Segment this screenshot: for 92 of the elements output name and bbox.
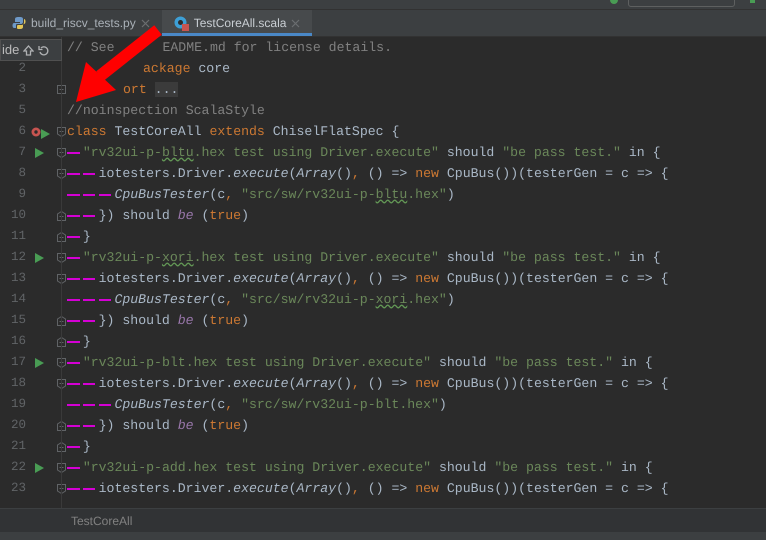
indent-guide [82, 278, 96, 280]
code-line: }) should be (true) [98, 312, 249, 330]
line-number: 20 [10, 417, 26, 434]
indent-guide [67, 446, 80, 448]
python-file-icon [12, 16, 26, 30]
indent-guide [98, 404, 112, 406]
code-line: CpuBusTester(c, "src/sw/rv32ui-p-blt.hex") [114, 396, 447, 414]
editor-tab[interactable]: build_riscv_tests.py [0, 10, 162, 36]
code-line: //noinspection ScalaStyle [67, 102, 265, 120]
indent-guide [67, 152, 80, 154]
indent-guide [67, 424, 80, 426]
line-number: 14 [10, 291, 26, 308]
indent-guide [67, 382, 80, 384]
indent-guide [67, 278, 80, 280]
run-icon[interactable] [610, 0, 618, 4]
run-icon[interactable] [35, 358, 44, 368]
line-number: 19 [10, 396, 26, 414]
code-line: iotesters.Driver.execute(Array(), () => new CpuBus())(testerGen = c => { [98, 270, 668, 288]
line-number: 17 [10, 354, 26, 372]
hide-popup[interactable]: ide [0, 39, 62, 61]
line-number: 7 [17, 144, 26, 162]
line-number: 18 [10, 375, 26, 392]
code-line: "rv32ui-p-blt.hex test using Driver.execute" should "be pass test." in { [82, 354, 653, 372]
line-number: 8 [17, 165, 26, 182]
indent-guide [67, 320, 80, 322]
line-number: 15 [10, 312, 26, 330]
scala-file-icon [174, 16, 189, 30]
line-number: 11 [10, 228, 26, 246]
code-line: // See EADME.md for license details. [67, 38, 392, 57]
indent-guide [82, 194, 96, 196]
code-line: "rv32ui-p-bltu.hex test using Driver.execute" should "be pass test." in { [82, 144, 661, 162]
line-number: 9 [17, 186, 26, 204]
line-number: 10 [10, 207, 26, 224]
indent-guide [82, 172, 96, 174]
code-line: } [82, 332, 91, 351]
code-line: class TestCoreAll extends ChiselFlatSpec { [67, 122, 400, 141]
line-number: 23 [10, 480, 26, 498]
indent-guide [67, 214, 80, 216]
line-number: 5 [17, 102, 26, 120]
code-line: ort ... [122, 80, 178, 99]
indent-guide [67, 340, 80, 342]
code-line: }) should be (true) [98, 206, 249, 225]
indent-guide [82, 424, 96, 426]
code-line: }) should be (true) [98, 416, 249, 435]
code-line: } [82, 438, 91, 456]
indent-guide [67, 236, 80, 238]
close-icon[interactable] [140, 18, 150, 28]
code-line: CpuBusTester(c, "src/sw/rv32ui-p-bltu.hex") [114, 186, 455, 204]
run-icon[interactable] [35, 148, 44, 158]
run-icon[interactable] [35, 462, 44, 472]
line-number: 2 [17, 60, 26, 78]
expand-icon[interactable] [56, 85, 66, 94]
indent-guide [82, 320, 96, 322]
code-line: iotesters.Driver.execute(Array(), () => new CpuBus())(testerGen = c => { [98, 164, 668, 183]
indent-guide [82, 298, 96, 300]
line-number: 6 [17, 123, 26, 140]
code-line: } [82, 228, 91, 246]
up-arrow-icon[interactable] [23, 44, 34, 56]
indent-guide [82, 214, 96, 216]
run-icon[interactable] [35, 252, 44, 262]
indent-guide [67, 466, 80, 468]
indent-guide [67, 256, 80, 258]
code-line: ackage core [142, 60, 230, 78]
tab-label: TestCoreAll.scala [194, 15, 286, 32]
breadcrumb[interactable]: TestCoreAll [71, 512, 132, 530]
line-number: 22 [10, 459, 26, 476]
revert-icon[interactable] [38, 44, 50, 56]
run-icon[interactable] [41, 128, 50, 138]
code-line: "rv32ui-p-add.hex test using Driver.execute" should "be pass test." in { [82, 458, 653, 477]
code-line: "rv32ui-p-xori.hex test using Driver.execute" should "be pass test." in { [82, 248, 661, 267]
line-number: 21 [10, 438, 26, 456]
line-number: 12 [10, 249, 26, 266]
indent-guide [67, 362, 80, 364]
indent-guide [98, 194, 112, 196]
code-line: iotesters.Driver.execute(Array(), () => new CpuBus())(testerGen = c => { [98, 480, 668, 498]
code-line: iotesters.Driver.execute(Array(), () => new CpuBus())(testerGen = c => { [98, 374, 668, 393]
indent-guide [67, 172, 80, 174]
tab-label: build_riscv_tests.py [31, 15, 136, 32]
line-number: 16 [10, 333, 26, 350]
indent-guide [98, 298, 112, 300]
line-number: 13 [10, 270, 26, 288]
editor-tab[interactable]: TestCoreAll.scala [162, 10, 312, 36]
indent-guide [82, 404, 96, 406]
indent-guide [82, 488, 96, 490]
code-line: CpuBusTester(c, "src/sw/rv32ui-p-xori.hex") [114, 290, 455, 309]
close-icon[interactable] [291, 18, 300, 28]
indent-guide [67, 488, 80, 490]
indent-guide [67, 404, 80, 406]
indent-guide [82, 382, 96, 384]
line-number: 3 [17, 81, 26, 98]
indent-guide [67, 194, 80, 196]
indent-guide [67, 298, 80, 300]
